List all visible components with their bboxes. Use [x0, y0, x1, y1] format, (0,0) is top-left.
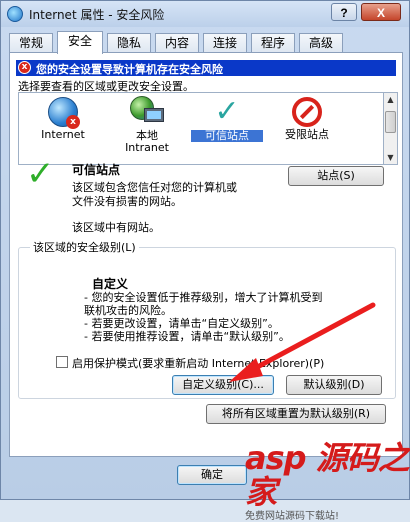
security-warning-bar[interactable]: x 您的安全设置导致计算机存在安全风险	[16, 60, 396, 76]
security-tab-panel: x 您的安全设置导致计算机存在安全风险 选择要查看的区域或更改安全设置。 x I…	[9, 52, 403, 457]
tab-general[interactable]: 常规	[9, 33, 53, 53]
security-level-line: 联机攻击的风险。	[84, 304, 172, 317]
zone-list: x Internet 本地 Intranet ✓ 可信站点 受限站点	[18, 92, 384, 165]
tab-content[interactable]: 内容	[155, 33, 199, 53]
zone-label: Internet	[41, 128, 85, 141]
shield-x-icon: x	[18, 61, 31, 74]
ok-button[interactable]: 确定	[177, 465, 247, 485]
security-level-line: - 您的安全设置低于推荐级别，增大了计算机受到	[84, 291, 323, 304]
zone-description-line: 文件没有损害的网站。	[72, 195, 182, 208]
protected-mode-label[interactable]: 启用保护模式(要求重新启动 Internet Explorer)(P)	[72, 355, 324, 371]
trusted-check-icon: ✓	[26, 154, 55, 194]
window-title: Internet 属性 - 安全风险	[29, 8, 165, 22]
zone-description-line: 该区域包含您信任对您的计算机或	[72, 181, 237, 194]
custom-level-button[interactable]: 自定义级别(C)...	[172, 375, 274, 395]
protected-mode-checkbox[interactable]	[56, 356, 68, 368]
scroll-up-icon[interactable]: ▲	[384, 93, 397, 106]
security-level-line: - 若要使用推荐设置，请单击“默认级别”。	[84, 330, 290, 343]
reset-all-zones-button[interactable]: 将所有区域重置为默认级别(R)	[206, 404, 386, 424]
check-icon: ✓	[214, 94, 240, 129]
tab-advanced[interactable]: 高级	[299, 33, 343, 53]
security-level-line: - 若要更改设置，请单击“自定义级别”。	[84, 317, 279, 330]
help-button[interactable]: ?	[331, 3, 357, 21]
security-level-legend: 该区域的安全级别(L)	[30, 239, 139, 255]
watermark-subtitle: 免费网站源码下载站!	[245, 511, 340, 522]
zone-trusted-sites[interactable]: ✓ 可信站点	[191, 95, 263, 142]
zone-label: 可信站点	[191, 130, 263, 142]
zone-local-intranet[interactable]: 本地 Intranet	[111, 95, 183, 154]
sites-button[interactable]: 站点(S)	[288, 166, 384, 186]
security-level-description: - 您的安全设置低于推荐级别，增大了计算机受到 联机攻击的风险。 - 若要更改设…	[84, 291, 364, 343]
tab-privacy[interactable]: 隐私	[107, 33, 151, 53]
scroll-thumb[interactable]	[385, 111, 396, 133]
zone-label-line2: Intranet	[125, 141, 169, 154]
scroll-down-icon[interactable]: ▼	[384, 151, 397, 164]
intranet-icon	[130, 96, 164, 128]
tab-security[interactable]: 安全	[57, 31, 103, 54]
globe-icon: x	[48, 97, 80, 129]
zone-restricted-sites[interactable]: 受限站点	[271, 95, 343, 141]
internet-properties-dialog: Internet 属性 - 安全风险 ? X 常规 安全 隐私 内容 连接 程序…	[0, 0, 410, 522]
zone-description: 该区域包含您信任对您的计算机或 文件没有损害的网站。	[72, 181, 282, 209]
watermark: asp 源码之家 免费网站源码下载站!	[245, 439, 410, 522]
watermark-logo: asp 源码之家	[245, 439, 410, 511]
default-level-button[interactable]: 默认级别(D)	[286, 375, 382, 395]
no-entry-icon	[292, 97, 322, 127]
zone-list-scrollbar[interactable]: ▲ ▼	[384, 92, 398, 165]
ie-logo-icon	[7, 6, 23, 22]
restricted-badge-icon: x	[66, 115, 80, 129]
tab-programs[interactable]: 程序	[251, 33, 295, 53]
security-level-title: 自定义	[92, 277, 129, 291]
zone-label: 受限站点	[285, 128, 329, 141]
tab-strip: 常规 安全 隐私 内容 连接 程序 高级	[9, 31, 403, 54]
zone-internet[interactable]: x Internet	[27, 95, 99, 141]
close-button[interactable]: X	[361, 3, 401, 21]
zone-title: 可信站点	[72, 163, 121, 177]
tab-connections[interactable]: 连接	[203, 33, 247, 53]
warning-text: 您的安全设置导致计算机存在安全风险	[36, 63, 223, 76]
title-bar: Internet 属性 - 安全风险 ? X	[1, 1, 409, 27]
zone-sites-note: 该区域中有网站。	[72, 221, 160, 234]
